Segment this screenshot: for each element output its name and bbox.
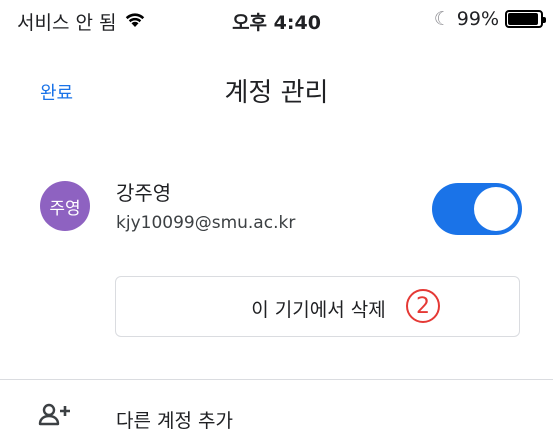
remove-button-label: 이 기기에서 삭제 xyxy=(116,295,521,322)
moon-icon: ☾ xyxy=(433,8,451,30)
status-bar: 서비스 안 됨 오후 4:40 ☾ 99% xyxy=(0,0,553,40)
remove-button-text: 이 기기에서 삭제 xyxy=(251,299,386,321)
add-person-icon xyxy=(38,402,72,428)
navigation-bar: 완료 계정 관리 xyxy=(0,55,553,125)
account-email: kjy10099@smu.ac.kr xyxy=(116,213,296,233)
remove-from-device-button[interactable]: 이 기기에서 삭제 2 xyxy=(115,276,520,337)
page-title: 계정 관리 xyxy=(224,78,329,108)
battery-icon xyxy=(505,10,546,28)
status-right: ☾ 99% xyxy=(433,8,546,30)
battery-percent: 99% xyxy=(456,8,499,30)
toggle-knob xyxy=(474,187,518,231)
step-annotation-circle: 2 xyxy=(406,289,440,323)
divider xyxy=(0,379,553,380)
add-account-item[interactable]: 다른 계정 추가 xyxy=(0,390,553,440)
battery-nub xyxy=(543,17,546,23)
account-name: 강주영 xyxy=(116,181,172,205)
account-sync-toggle[interactable] xyxy=(432,183,522,235)
avatar: 주영 xyxy=(40,181,90,231)
account-row: 주영 강주영 kjy10099@smu.ac.kr xyxy=(0,165,553,255)
battery-fill xyxy=(508,13,538,25)
add-account-label: 다른 계정 추가 xyxy=(116,410,233,432)
